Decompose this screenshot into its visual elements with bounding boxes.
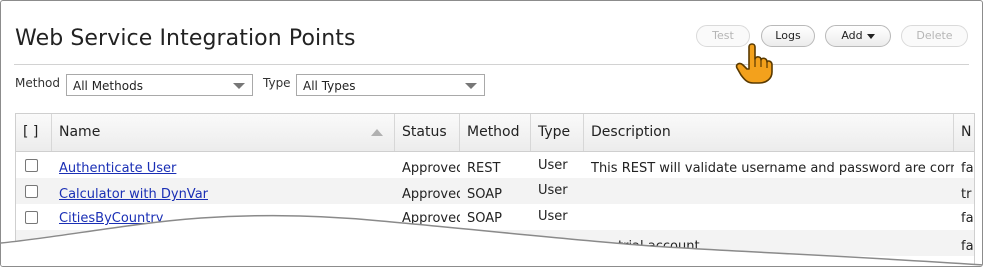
next-column-header[interactable]: N (954, 114, 974, 151)
row-name-link[interactable]: CitiesByCountry (52, 206, 395, 232)
delete-button[interactable]: Delete (901, 25, 968, 47)
table-row[interactable]: Calculator with DynVar Approved SOAP Use… (16, 178, 974, 204)
row-checkbox[interactable] (25, 159, 38, 172)
row-method: SOAP (467, 211, 502, 226)
method-select[interactable]: All Methods (66, 74, 253, 96)
select-all-header[interactable]: [ ] (16, 114, 52, 151)
header-divider (14, 64, 969, 65)
row-type: User (538, 158, 568, 173)
pointer-hand-icon (735, 41, 773, 84)
name-column-header[interactable]: Name (52, 114, 395, 151)
row-checkbox[interactable] (25, 211, 38, 224)
table-header: [ ] Name Status Method Type Description … (16, 114, 974, 152)
status-column-header[interactable]: Status (395, 114, 460, 151)
method-select-value: All Methods (73, 79, 143, 93)
description-column-header[interactable]: Description (584, 114, 954, 151)
sort-ascending-icon (371, 129, 383, 136)
row-type: User (538, 209, 568, 224)
row-checkbox[interactable] (25, 185, 38, 198)
page-title: Web Service Integration Points (15, 26, 356, 51)
method-filter-label: Method (15, 76, 61, 90)
caret-down-icon (866, 33, 875, 39)
integration-points-table: [ ] Name Status Method Type Description … (15, 113, 975, 266)
window-frame: Web Service Integration Points Test Logs… (0, 0, 983, 267)
row-type: User (538, 183, 568, 198)
method-column-header[interactable]: Method (460, 114, 531, 151)
row-next: fa (961, 239, 974, 254)
dropdown-arrow-icon (465, 83, 477, 89)
table-row[interactable]: trial account fa (16, 230, 974, 256)
row-description: trial account (618, 239, 700, 254)
row-status: Approved (402, 211, 460, 226)
type-column-header[interactable]: Type (531, 114, 584, 151)
dropdown-arrow-icon (233, 83, 245, 89)
add-button[interactable]: Add (825, 25, 891, 47)
type-select-value: All Types (303, 79, 356, 93)
add-button-label: Add (841, 29, 863, 42)
name-header-label: Name (59, 124, 101, 140)
type-select[interactable]: All Types (296, 74, 485, 96)
row-description (584, 206, 954, 232)
table-row[interactable]: Authenticate User Approved REST User Thi… (16, 152, 974, 178)
row-next: fa (961, 211, 974, 226)
type-filter-label: Type (263, 76, 291, 90)
table-row[interactable]: CitiesByCountry Approved SOAP User fa (16, 204, 974, 230)
